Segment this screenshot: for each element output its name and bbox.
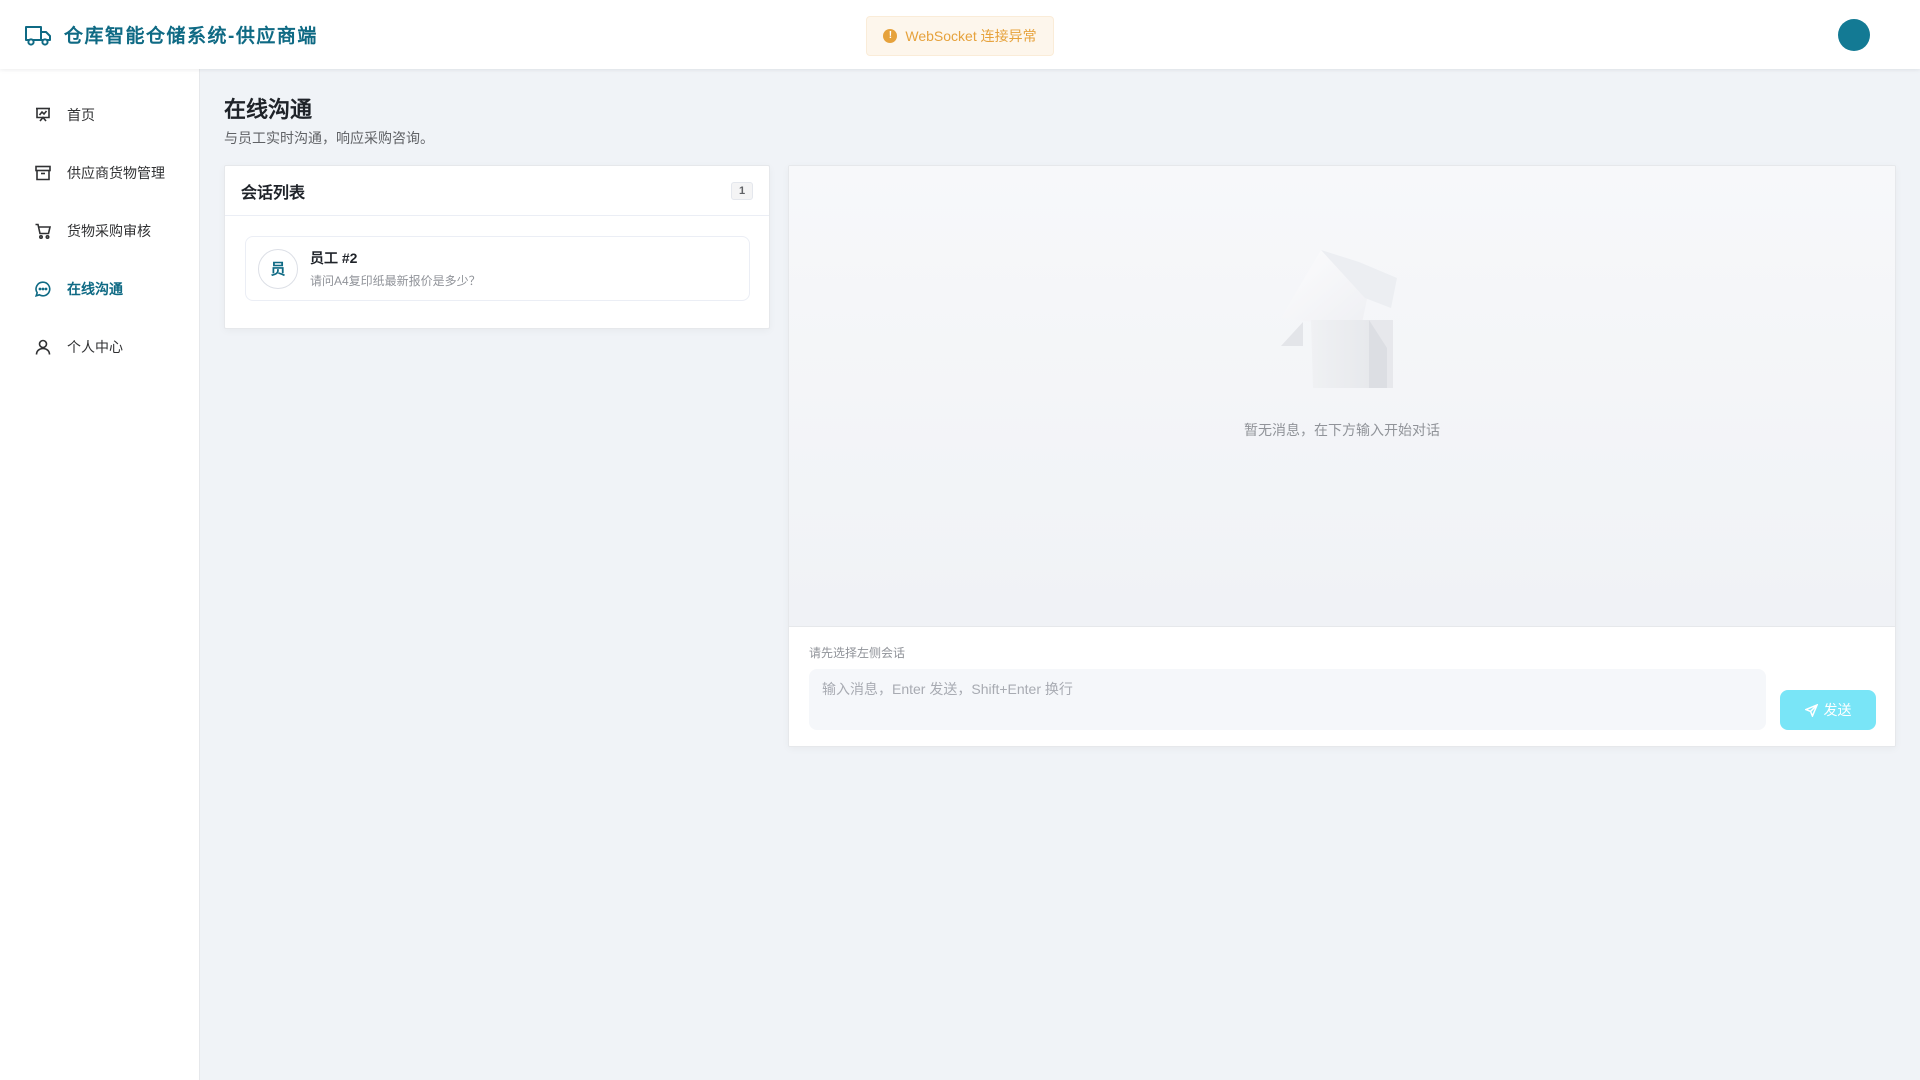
chat-panel: 暂无消息，在下方输入开始对话 请先选择左侧会话 发送 (788, 165, 1896, 747)
conversation-count-badge: 1 (731, 181, 753, 200)
sidebar: 首页 供应商货物管理 货物采购审核 在线沟通 个人中心 (0, 69, 200, 1080)
warning-icon: ! (883, 29, 898, 43)
conversation-text: 员工 #2 请问A4复印纸最新报价是多少？ (310, 248, 481, 289)
app-title: 仓库智能仓储系统-供应商端 (64, 26, 318, 47)
empty-box-illustration (1281, 250, 1397, 388)
sidebar-item-online-chat[interactable]: 在线沟通 (0, 260, 199, 318)
chat-bubble-icon (34, 281, 51, 298)
conversation-avatar: 员 (258, 248, 298, 289)
alert-text: WebSocket 连接异常 (905, 28, 1037, 44)
conversation-name: 员工 #2 (310, 250, 358, 266)
message-input[interactable] (809, 669, 1766, 730)
truck-icon (25, 25, 51, 46)
app-header: 仓库智能仓储系统-供应商端 ! WebSocket 连接异常 (0, 0, 1920, 69)
sidebar-item-supplier-goods[interactable]: 供应商货物管理 (0, 144, 199, 202)
sidebar-item-label: 在线沟通 (67, 281, 123, 297)
sidebar-item-label: 个人中心 (67, 339, 123, 355)
user-icon (35, 339, 51, 355)
conversation-item[interactable]: 员 员工 #2 请问A4复印纸最新报价是多少？ (245, 236, 750, 301)
sidebar-item-label: 首页 (67, 107, 95, 123)
sidebar-item-label: 货物采购审核 (67, 223, 151, 239)
brand[interactable]: 仓库智能仓储系统-供应商端 (24, 0, 318, 69)
sidebar-item-purchase-review[interactable]: 货物采购审核 (0, 202, 199, 260)
user-avatar[interactable] (1838, 19, 1870, 51)
chat-input-area: 请先选择左侧会话 发送 (789, 627, 1895, 746)
conversation-list-title: 会话列表 (241, 184, 306, 202)
archive-box-icon (35, 165, 51, 181)
send-icon (1804, 703, 1818, 717)
chat-message-area: 暂无消息，在下方输入开始对话 (789, 166, 1895, 627)
page-title: 在线沟通 (224, 97, 313, 122)
conversation-list-panel: 会话列表 1 员 员工 #2 请问A4复印纸最新报价是多少？ (224, 165, 770, 329)
sidebar-item-home[interactable]: 首页 (0, 86, 199, 144)
send-button[interactable]: 发送 (1780, 690, 1876, 730)
shopping-cart-icon (35, 223, 52, 240)
sidebar-item-label: 供应商货物管理 (67, 165, 165, 181)
dashboard-icon (36, 107, 50, 122)
empty-message-text: 暂无消息，在下方输入开始对话 (1244, 422, 1440, 438)
send-label: 发送 (1823, 702, 1852, 718)
conversation-list-header: 会话列表 1 (225, 166, 769, 216)
page-subtitle: 与员工实时沟通，响应采购咨询。 (224, 130, 434, 146)
conversation-preview: 请问A4复印纸最新报价是多少？ (310, 274, 481, 288)
select-conversation-hint: 请先选择左侧会话 (809, 646, 906, 660)
websocket-status-alert: ! WebSocket 连接异常 (866, 16, 1054, 56)
sidebar-item-profile[interactable]: 个人中心 (0, 318, 199, 376)
